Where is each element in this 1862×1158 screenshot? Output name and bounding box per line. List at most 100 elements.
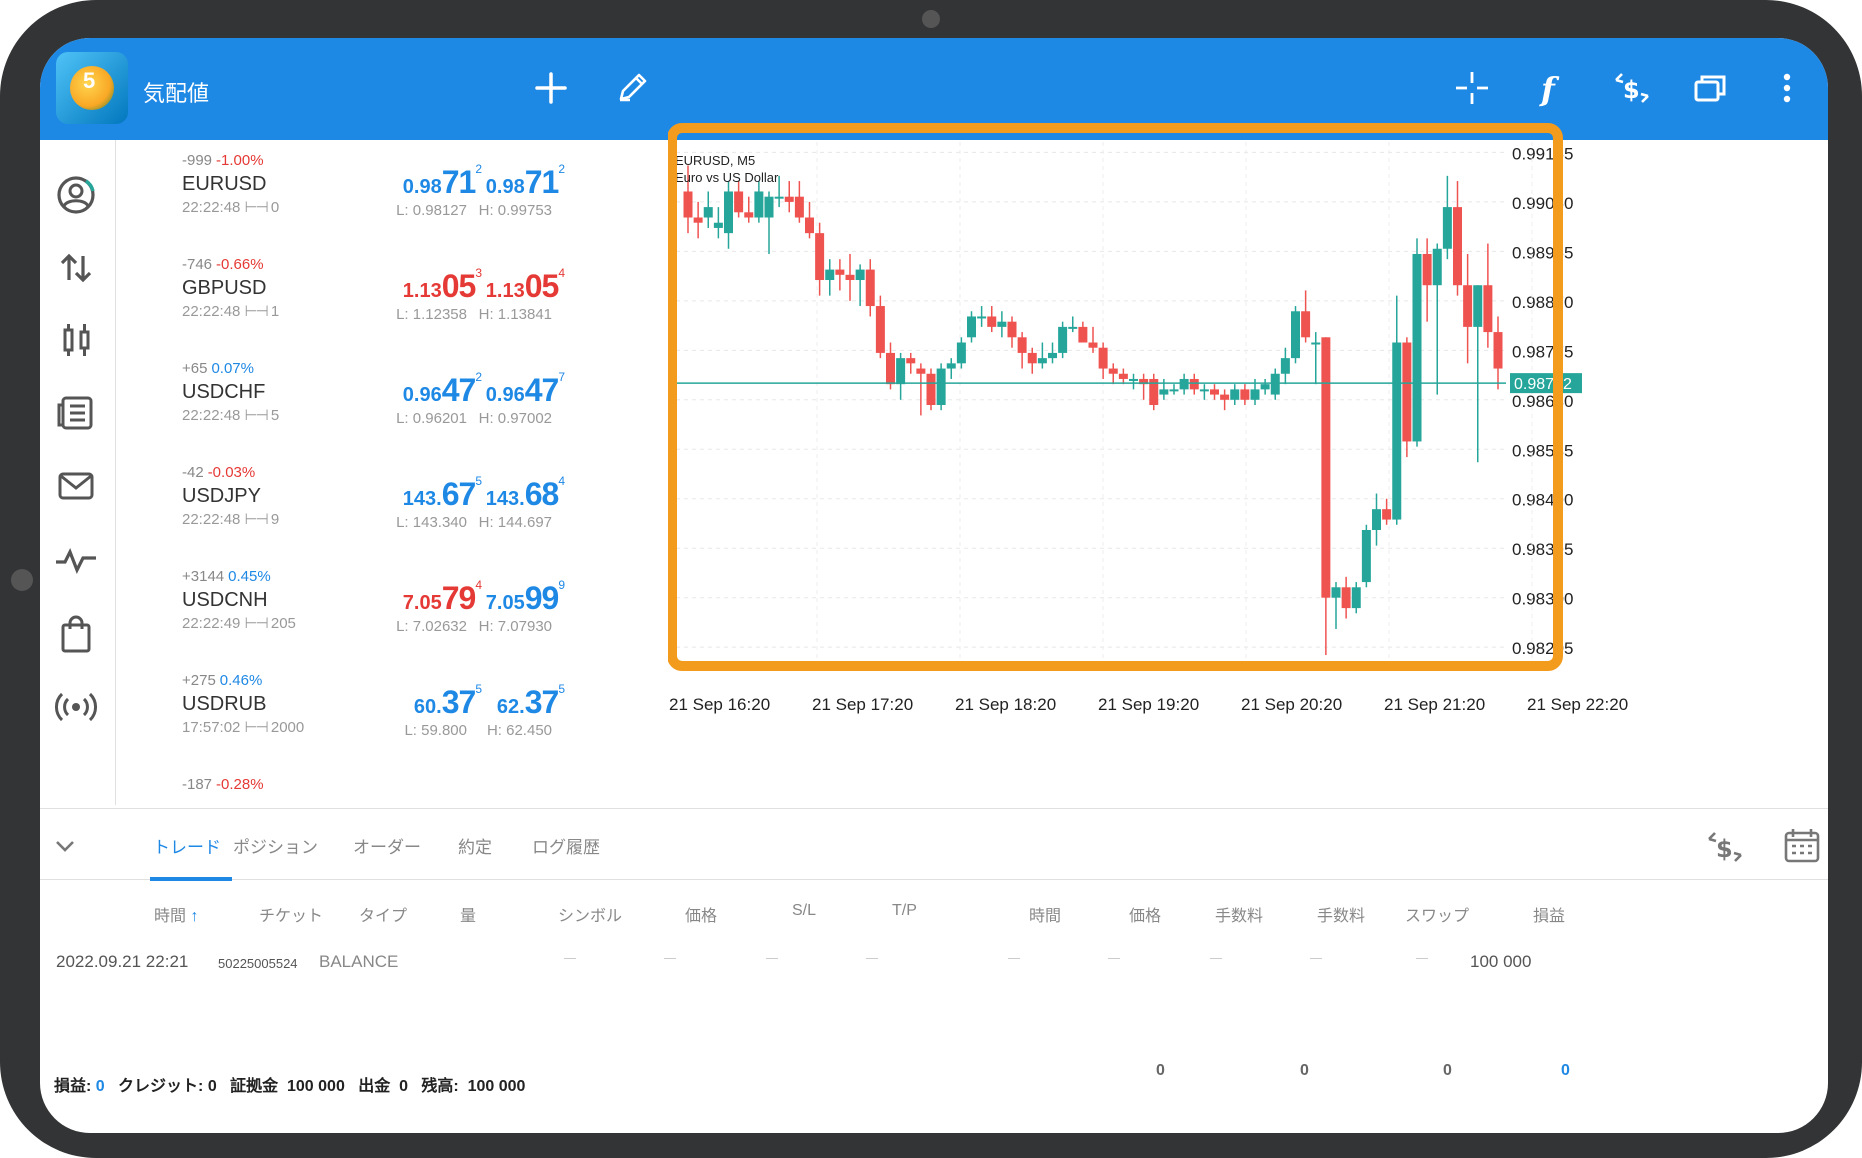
chart-panel[interactable]: 0.99155 0.99060 0.98965 0.98870 0.98775 0.986…	[668, 120, 1828, 805]
tab-trade[interactable]: トレード	[153, 833, 221, 858]
quote-ask[interactable]: 62.375	[475, 682, 565, 721]
candle-body	[774, 196, 784, 199]
col-time[interactable]: 時間 ↑	[154, 902, 198, 926]
withdraw-label: 出金	[358, 1078, 391, 1095]
col-type[interactable]: タイプ	[359, 902, 407, 926]
y-tick-label: 0.98870	[1512, 293, 1573, 312]
svg-text:f: f	[1539, 70, 1560, 108]
quote-time: 17:57:02 ⊢⊣ 2000	[182, 719, 305, 736]
candle-body	[1027, 352, 1037, 364]
tab-positions[interactable]: ポジション	[233, 833, 318, 858]
calendar-icon[interactable]	[1782, 825, 1822, 865]
candle-body	[754, 191, 764, 218]
journal-icon[interactable]	[50, 393, 102, 433]
candle-body	[896, 358, 906, 385]
quote-row[interactable]: -999 -1.00% EURUSD 22:22:48 ⊢⊣ 0 0.98712 0.98…	[117, 140, 694, 244]
broadcast-icon[interactable]	[50, 687, 102, 727]
quote-row[interactable]: +3144 0.45% USDCNH 22:22:49 ⊢⊣ 205 7.05794 7.…	[117, 556, 694, 660]
quote-ask[interactable]: 0.98712	[475, 162, 565, 201]
pl-label: 損益:	[54, 1078, 92, 1095]
signal-icon[interactable]	[50, 540, 102, 580]
crosshair-icon[interactable]	[1452, 68, 1492, 108]
col-symbol[interactable]: シンボル	[558, 902, 622, 926]
quote-bid[interactable]: 7.05794	[392, 578, 482, 617]
candle-body	[1189, 378, 1199, 390]
quote-change: +3144 0.45%	[182, 568, 271, 585]
more-vert-icon[interactable]	[1767, 68, 1807, 108]
quote-row[interactable]: +275 0.46% USDRUB 17:57:02 ⊢⊣ 2000 60.375 62.…	[117, 660, 694, 764]
col-price[interactable]: 価格	[685, 902, 717, 926]
candle-body	[1361, 529, 1371, 583]
credit-label: クレジット:	[118, 1078, 204, 1095]
candle-body	[1392, 342, 1402, 520]
candle-body	[1007, 321, 1017, 338]
candle-body	[1078, 326, 1088, 343]
y-tick-label: 0.99155	[1512, 144, 1573, 163]
tab-deals[interactable]: 約定	[458, 833, 492, 858]
candle-body	[1453, 207, 1462, 286]
col-fee[interactable]: 手数料	[1317, 902, 1365, 926]
col-volume[interactable]: 量	[460, 902, 476, 926]
function-icon[interactable]: f	[1531, 68, 1571, 108]
candle-body	[1280, 358, 1290, 374]
candle-body	[1270, 373, 1280, 395]
col-profit[interactable]: 損益	[1533, 902, 1565, 926]
chart-candles-icon[interactable]	[50, 320, 102, 360]
col-price2[interactable]: 価格	[1129, 902, 1161, 926]
quote-time: 22:22:49 ⊢⊣ 205	[182, 615, 296, 632]
quote-bid[interactable]: 60.375	[392, 682, 482, 721]
quote-bid[interactable]: 0.98712	[392, 162, 482, 201]
tab-journal[interactable]: ログ履歴	[532, 833, 600, 858]
add-icon[interactable]	[531, 68, 571, 108]
candle-body	[1240, 389, 1250, 400]
quote-row[interactable]: -187 -0.28%	[117, 764, 694, 805]
chart-svg[interactable]: 0.99155 0.99060 0.98965 0.98870 0.98775 0.986…	[668, 120, 1828, 805]
col-swap[interactable]: スワップ	[1405, 902, 1469, 926]
quote-ask[interactable]: 1.13054	[475, 266, 565, 305]
col-tp[interactable]: T/P	[892, 902, 917, 920]
app-logo[interactable]: 5	[56, 52, 128, 124]
quote-symbol: USDJPY	[182, 485, 261, 507]
quote-ask[interactable]: 7.05999	[475, 578, 565, 617]
pencil-icon[interactable]	[612, 68, 652, 108]
candle-body	[1493, 332, 1503, 369]
y-tick-label: 0.98490	[1512, 491, 1573, 510]
quote-bid[interactable]: 0.96472	[392, 370, 482, 409]
windows-icon[interactable]	[1690, 68, 1730, 108]
candle-body	[1088, 342, 1098, 348]
candle-body	[794, 196, 804, 218]
dash	[1108, 958, 1120, 959]
trade-arrows-icon[interactable]	[50, 248, 102, 288]
withdraw-value: 0	[399, 1078, 408, 1095]
quote-row[interactable]: +65 0.07% USDCHF 22:22:48 ⊢⊣ 5 0.96472 0.9647…	[117, 348, 694, 452]
col-commission[interactable]: 手数料	[1215, 902, 1263, 926]
quote-ask[interactable]: 0.96477	[475, 370, 565, 409]
col-time2[interactable]: 時間	[1029, 902, 1061, 926]
candle-body	[1118, 373, 1128, 379]
dash	[564, 958, 576, 959]
quote-bid[interactable]: 143.675	[392, 474, 482, 513]
y-tick-label: 0.99060	[1512, 194, 1573, 213]
quote-row[interactable]: -746 -0.66% GBPUSD 22:22:48 ⊢⊣ 1 1.13053 1.13…	[117, 244, 694, 348]
candle-body	[734, 191, 744, 213]
col-sl[interactable]: S/L	[792, 902, 816, 920]
mail-icon[interactable]	[50, 466, 102, 506]
candle-body	[764, 196, 774, 218]
tab-orders[interactable]: オーダー	[353, 833, 421, 858]
candle-body	[1372, 509, 1381, 530]
quote-change: -999 -1.00%	[182, 152, 264, 169]
dash	[664, 958, 676, 959]
candle-body	[744, 212, 754, 218]
quote-bid[interactable]: 1.13053	[392, 266, 482, 305]
col-ticket[interactable]: チケット	[259, 902, 323, 926]
trade-dollar-icon[interactable]: $	[1705, 827, 1745, 867]
quote-row[interactable]: -42 -0.03% USDJPY 22:22:48 ⊢⊣ 9 143.675 143.6…	[117, 452, 694, 556]
shop-bag-icon[interactable]	[50, 615, 102, 655]
total-fee: 0	[1300, 1062, 1309, 1079]
total-commission: 0	[1156, 1062, 1165, 1079]
table-row[interactable]: 2022.09.21 22:21 50225005524 BALANCE 100…	[40, 938, 1828, 978]
quote-ask[interactable]: 143.684	[475, 474, 565, 513]
chevron-down-icon[interactable]	[50, 831, 80, 861]
account-icon[interactable]	[50, 175, 102, 215]
trade-dollar-icon[interactable]: $	[1612, 68, 1652, 108]
